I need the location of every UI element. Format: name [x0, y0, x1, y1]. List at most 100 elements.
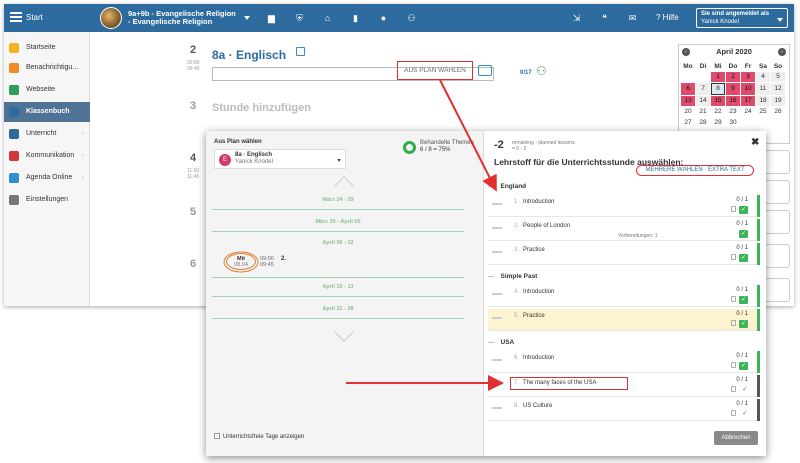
course-select[interactable]: E 8a · Englisch Yanick Knodel [214, 149, 346, 169]
check-icon[interactable]: ✓ [739, 254, 748, 262]
calendar-day[interactable]: 20 [681, 107, 695, 117]
week-label[interactable]: April 21 - 28 [212, 306, 464, 312]
check-icon[interactable]: ✓ [739, 230, 748, 238]
briefcase-icon[interactable]: ▆ [266, 13, 277, 23]
aus-plan-waehlen-button[interactable]: AUS PLAN WÄHLEN [397, 61, 473, 80]
collapse-icon[interactable]: — [488, 273, 495, 280]
sidebar-item-einstellungen[interactable]: Einstellungen [4, 190, 90, 210]
week-label[interactable]: April 19 - 13 [212, 284, 464, 290]
course-selector[interactable]: 9a+9b - Evangelische Religion - Evangeli… [128, 10, 236, 26]
students-icon[interactable]: ⚇ [536, 64, 547, 78]
calendar-day[interactable]: 8 [711, 83, 725, 95]
check-icon[interactable]: ✓ [739, 320, 748, 328]
check-icon[interactable]: ✓ [742, 409, 748, 417]
list-item[interactable]: 2. People of London 0 / 1 Vorbereitungen: 1… [488, 219, 760, 241]
sidebar-item-klassenbuch[interactable]: Klassenbuch [4, 102, 90, 122]
drag-handle-icon[interactable] [492, 407, 502, 409]
palette-icon[interactable]: ● [378, 13, 389, 23]
calendar-day[interactable]: 13 [681, 96, 695, 106]
menu-icon[interactable] [10, 12, 22, 22]
chevron-right-icon[interactable]: › [778, 48, 786, 56]
calendar-day[interactable]: 2 [726, 72, 740, 82]
people-walk-icon[interactable]: ⚇ [406, 13, 417, 23]
week-label[interactable]: April 06 - 12 [212, 240, 464, 246]
sidebar-item-webseite[interactable]: Webseite [4, 80, 90, 100]
calendar-day[interactable]: 15 [711, 96, 725, 106]
calendar-day[interactable]: 25 [756, 107, 770, 117]
chevron-up-icon[interactable] [334, 176, 354, 196]
collapse-icon[interactable]: — [488, 183, 495, 190]
calendar-day[interactable]: 24 [741, 107, 755, 117]
calendar-day[interactable]: 19 [771, 96, 785, 106]
mail-icon[interactable]: ✉ [627, 13, 638, 23]
check-icon[interactable]: ✓ [739, 206, 748, 214]
calendar-day[interactable]: 18 [756, 96, 770, 106]
calendar-day[interactable]: 23 [726, 107, 740, 117]
side-panel-box[interactable] [764, 150, 790, 174]
free-days-toggle[interactable]: Unterrichtsfreie Tage anzeigen [214, 433, 304, 440]
calendar-day[interactable]: 5 [771, 72, 785, 82]
sidebar-item-benachrichtigungen[interactable]: Benachrichtigu... [4, 58, 90, 78]
drag-handle-icon[interactable] [492, 251, 502, 253]
list-item[interactable]: 5. Practice 0 / 1 ✓ [488, 309, 760, 331]
copy-icon[interactable] [296, 47, 305, 56]
calendar-day[interactable]: 17 [741, 96, 755, 106]
calendar-day[interactable]: 7 [696, 83, 710, 95]
check-icon[interactable]: ✓ [739, 296, 748, 304]
calendar-day[interactable]: 30 [726, 118, 740, 128]
list-item[interactable]: 7. The many faces of the USA 0 / 1 ✓ [488, 375, 760, 397]
list-item[interactable]: 1. Introduction 0 / 1 ✓ [488, 195, 760, 217]
calendar-day[interactable]: 12 [771, 83, 785, 95]
add-lesson-link[interactable]: Stunde hinzufügen [212, 102, 311, 114]
calendar-day[interactable]: 29 [711, 118, 725, 128]
slot-date[interactable]: Mit 08.04 [226, 253, 256, 270]
sidebar-item-startseite[interactable]: Startseite [4, 38, 90, 58]
chevron-down-icon[interactable] [244, 16, 250, 20]
chevron-left-icon[interactable]: ‹ [682, 48, 690, 56]
side-panel-box[interactable] [764, 210, 790, 234]
week-label[interactable]: März 30 - April 05 [212, 219, 464, 225]
chart-icon[interactable]: ▮ [350, 13, 361, 23]
mehrere-waehlen-button[interactable]: MEHRERE WÄHLEN · EXTRA TEXT [636, 165, 754, 176]
calendar-day[interactable]: 10 [741, 83, 755, 95]
drag-handle-icon[interactable] [492, 227, 502, 229]
chevron-down-icon[interactable] [334, 322, 354, 342]
chapter-header[interactable]: — Simple Past [488, 273, 537, 280]
briefcase-icon[interactable] [478, 65, 492, 76]
list-item[interactable]: 3. Practice 0 / 1 ✓ [488, 243, 760, 265]
list-item[interactable]: 6. Introduction 0 / 1 ✓ [488, 351, 760, 373]
calendar-day[interactable]: 1 [711, 72, 725, 82]
drag-handle-icon[interactable] [492, 359, 502, 361]
week-label[interactable]: März 24 - 29 [212, 197, 464, 203]
chat-icon[interactable]: ❝ [599, 13, 610, 23]
sidebar-item-kommunikation[interactable]: Kommunikation › [4, 146, 90, 166]
shield-icon[interactable]: ⛨ [294, 13, 305, 23]
calendar-day[interactable]: 21 [696, 107, 710, 117]
drag-handle-icon[interactable] [492, 383, 502, 385]
calendar-day[interactable]: 16 [726, 96, 740, 106]
drag-handle-icon[interactable] [492, 293, 502, 295]
side-panel-box[interactable] [764, 180, 790, 204]
user-menu[interactable]: Sie sind angemeldet als Yanick Knodel [696, 8, 788, 28]
checkbox[interactable] [214, 433, 220, 439]
export-icon[interactable]: ⇲ [571, 13, 582, 23]
calendar-day[interactable]: 22 [711, 107, 725, 117]
side-panel-box[interactable] [764, 278, 790, 302]
close-icon[interactable]: ✖ [751, 137, 759, 148]
cancel-button[interactable]: Abbrechen [714, 431, 758, 445]
calendar-day[interactable]: 26 [771, 107, 785, 117]
calendar-day[interactable]: 14 [696, 96, 710, 106]
collapse-icon[interactable]: — [488, 339, 495, 346]
side-panel-box[interactable] [764, 244, 790, 268]
drag-handle-icon[interactable] [492, 203, 502, 205]
drag-handle-icon[interactable] [492, 317, 502, 319]
help-link[interactable]: ? Hilfe [656, 13, 679, 22]
calendar-day[interactable]: 28 [696, 118, 710, 128]
calendar-day[interactable]: 27 [681, 118, 695, 128]
calendar-day[interactable]: 9 [726, 83, 740, 95]
list-item[interactable]: 8. US Culture 0 / 1 ✓ [488, 399, 760, 421]
sidebar-item-agenda-online[interactable]: Agenda Online › [4, 168, 90, 188]
list-item[interactable]: 4. Introduction 0 / 1 ✓ [488, 285, 760, 307]
calendar-day[interactable]: 11 [756, 83, 770, 95]
chapter-header[interactable]: — USA [488, 339, 514, 346]
